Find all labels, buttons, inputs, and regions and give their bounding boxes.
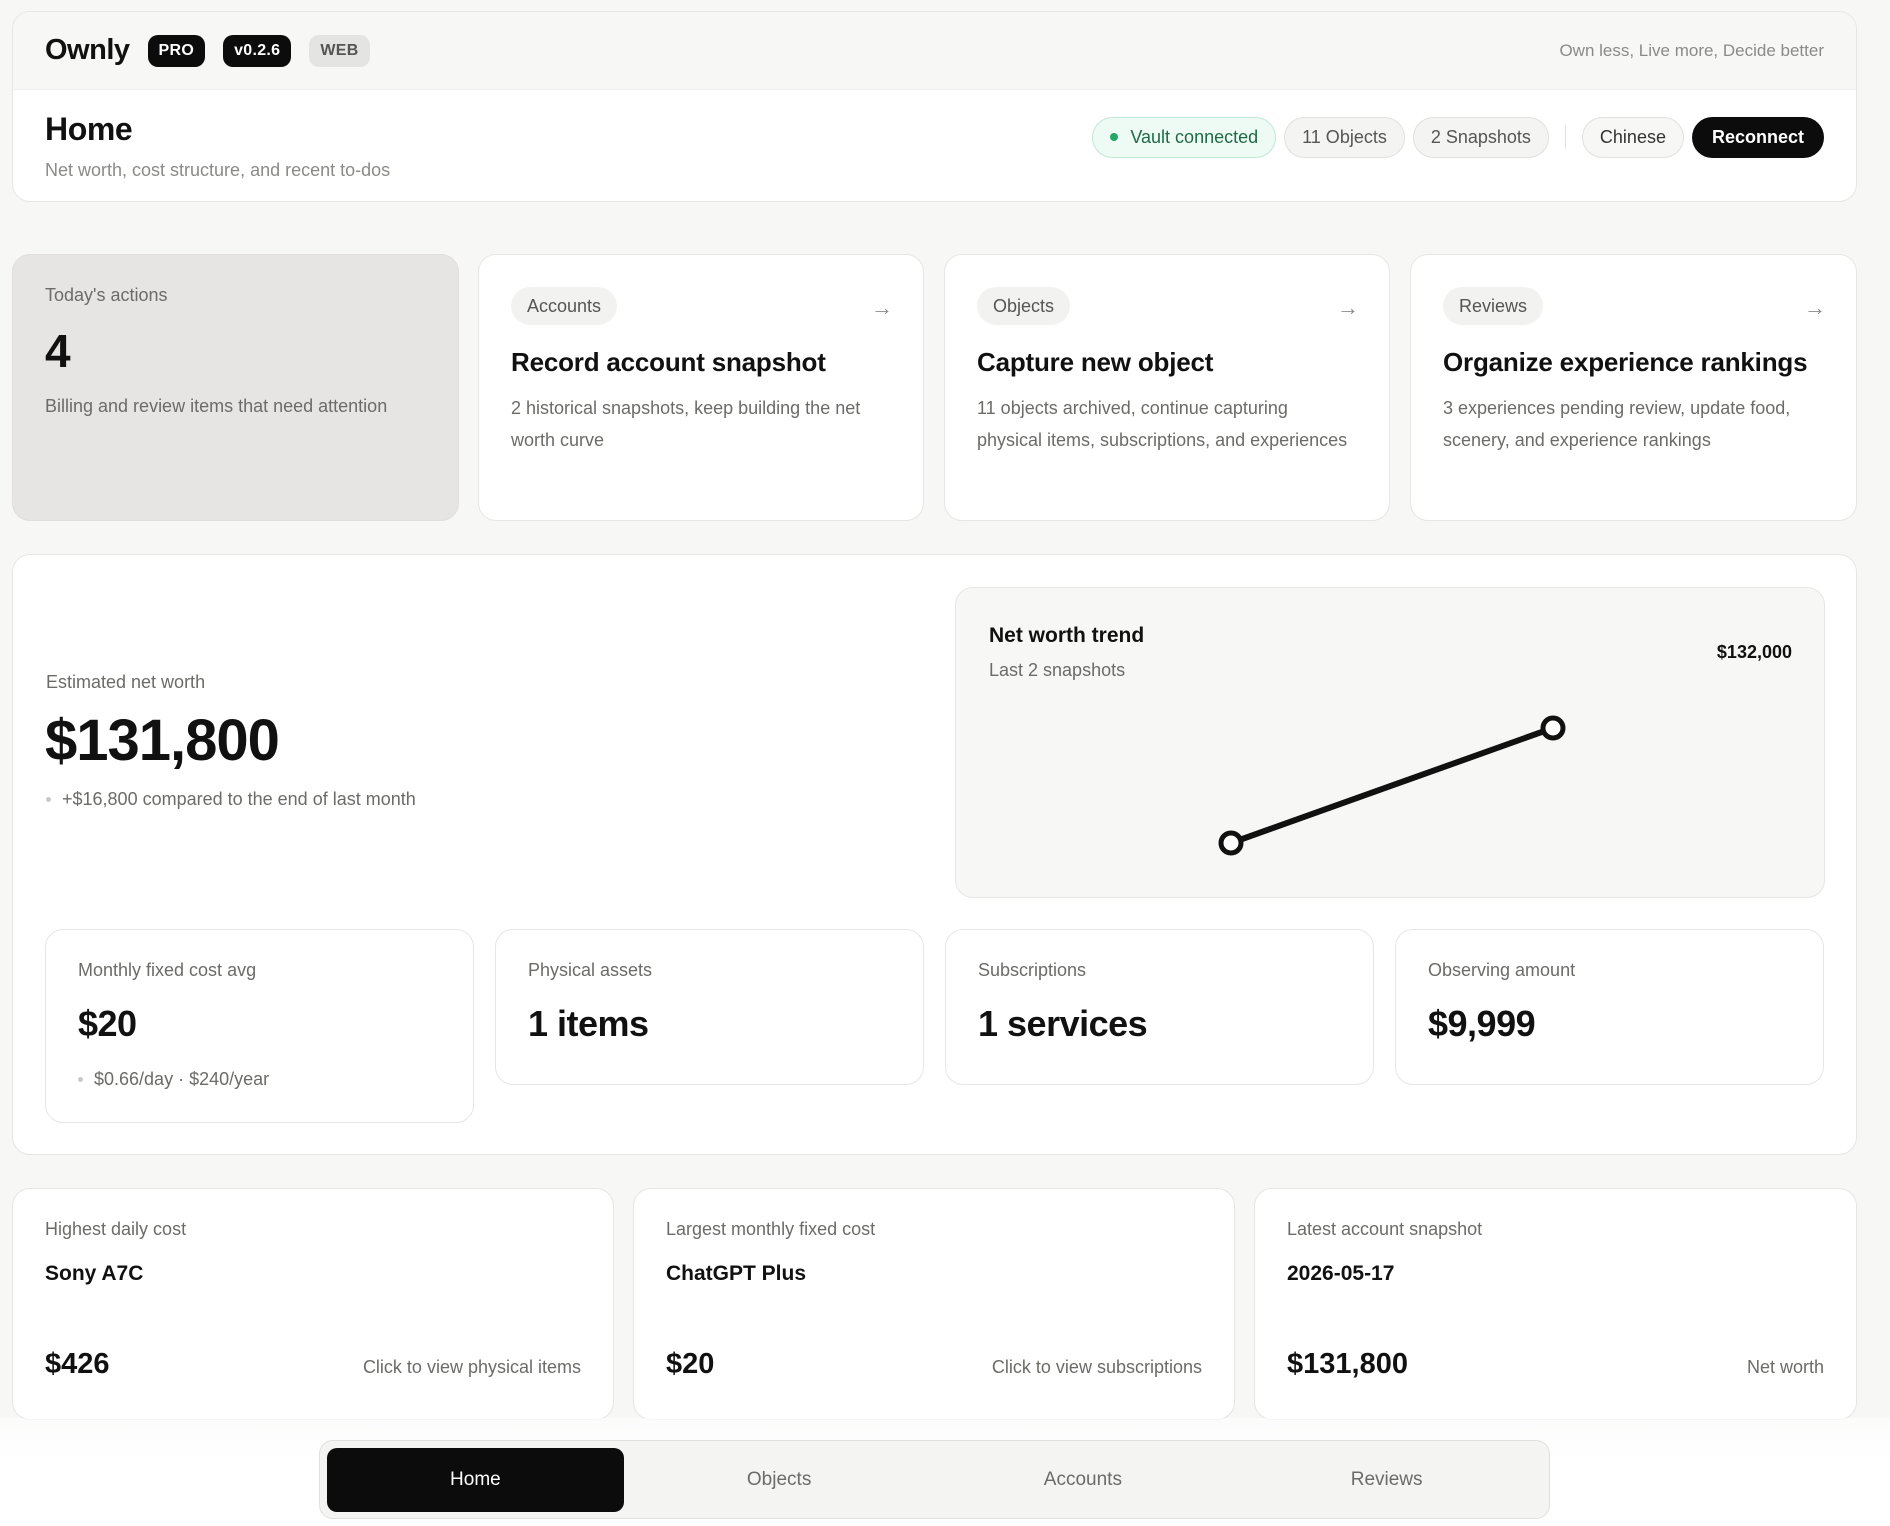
language-button[interactable]: Chinese <box>1581 116 1684 158</box>
top-bar: Ownly PRO v0.2.6 WEB Own less, Live more… <box>13 12 1856 90</box>
app-logo[interactable]: Ownly <box>45 34 130 67</box>
stat-card-subscriptions[interactable]: Subscriptions 1 services <box>945 929 1374 1085</box>
status-chips: Vault connected 11 Objects 2 Snapshots C… <box>1092 116 1824 158</box>
highlight-footer: $426 Click to view physical items <box>45 1348 581 1381</box>
arrow-right-icon: → <box>871 295 893 320</box>
vault-status-chip: Vault connected <box>1092 116 1277 158</box>
net-worth-value: $131,800 <box>45 708 280 773</box>
nav-item-objects[interactable]: Objects <box>631 1448 928 1512</box>
nav-item-home[interactable]: Home <box>327 1447 624 1512</box>
stat-value: 1 items <box>528 1003 649 1044</box>
stat-note: $0.66/day · $240/year <box>78 1069 441 1090</box>
trend-point[interactable] <box>1218 830 1244 856</box>
today-actions-label: Today's actions <box>45 285 168 305</box>
highlight-title: 2026-05-17 <box>1287 1262 1395 1285</box>
connected-dot-icon <box>1110 133 1119 141</box>
snapshots-count-chip[interactable]: 2 Snapshots <box>1412 116 1549 158</box>
stat-label: Subscriptions <box>978 960 1087 980</box>
action-card-objects[interactable]: Objects → Capture new object 11 objects … <box>944 254 1390 521</box>
net-worth-delta: +$16,800 compared to the end of last mon… <box>46 789 416 810</box>
stat-card-physical-assets[interactable]: Physical assets 1 items <box>495 929 924 1085</box>
bullet-icon <box>46 797 51 802</box>
action-title: Capture new object <box>977 347 1214 377</box>
bottom-nav: Home Objects Accounts Reviews <box>319 1440 1550 1519</box>
highlight-title: ChatGPT Plus <box>666 1262 807 1285</box>
highlight-label: Largest monthly fixed cost <box>666 1219 876 1239</box>
page-subtitle: Net worth, cost structure, and recent to… <box>45 160 391 180</box>
stat-note-text: $0.66/day · $240/year <box>94 1069 270 1089</box>
bullet-icon <box>78 1077 83 1082</box>
pro-badge: PRO <box>147 34 206 67</box>
action-tag: Objects <box>977 287 1071 325</box>
version-badge: v0.2.6 <box>223 34 292 67</box>
action-description: 11 objects archived, continue capturing … <box>977 398 1348 450</box>
vault-status-label: Vault connected <box>1130 126 1259 147</box>
today-actions-description: Billing and review items that need atten… <box>45 396 388 416</box>
title-block: Home Net worth, cost structure, and rece… <box>45 111 390 181</box>
net-worth-section: Estimated net worth $131,800 +$16,800 co… <box>12 554 1857 1155</box>
objects-count-chip[interactable]: 11 Objects <box>1284 116 1405 158</box>
today-actions-card: Today's actions 4 Billing and review ite… <box>12 254 459 521</box>
action-tag: Accounts <box>511 287 618 325</box>
action-tag: Reviews <box>1443 287 1544 325</box>
action-description: 2 historical snapshots, keep building th… <box>511 398 861 450</box>
arrow-right-icon: → <box>1337 295 1359 320</box>
action-description: 3 experiences pending review, update foo… <box>1443 398 1791 450</box>
platform-badge: WEB <box>309 34 370 67</box>
net-worth-link[interactable]: Net worth <box>1747 1357 1824 1378</box>
highlight-label: Highest daily cost <box>45 1219 187 1239</box>
arrow-right-icon: → <box>1804 295 1826 320</box>
page-header: Home Net worth, cost structure, and rece… <box>13 90 1856 201</box>
stat-value: $9,999 <box>1428 1003 1536 1044</box>
stat-card-observing-amount[interactable]: Observing amount $9,999 <box>1395 929 1824 1085</box>
app-tagline: Own less, Live more, Decide better <box>1559 40 1824 60</box>
trend-line-svg <box>1218 715 1566 856</box>
highlight-title: Sony A7C <box>45 1262 144 1285</box>
stat-label: Physical assets <box>528 960 653 980</box>
action-title: Organize experience rankings <box>1443 347 1808 377</box>
action-card-accounts[interactable]: Accounts → Record account snapshot 2 his… <box>478 254 924 521</box>
stat-value: 1 services <box>978 1003 1148 1044</box>
nav-item-accounts[interactable]: Accounts <box>935 1448 1232 1512</box>
highlight-label: Latest account snapshot <box>1287 1219 1483 1239</box>
trend-series-line <box>1228 725 1556 846</box>
nav-item-reviews[interactable]: Reviews <box>1238 1448 1535 1512</box>
view-subscriptions-link[interactable]: Click to view subscriptions <box>992 1357 1202 1378</box>
trend-point[interactable] <box>1540 715 1566 741</box>
highlight-footer: $131,800 Net worth <box>1287 1348 1824 1381</box>
today-actions-count: 4 <box>45 325 71 377</box>
page-title: Home <box>45 111 133 147</box>
highlight-card-monthly-cost[interactable]: Largest monthly fixed cost ChatGPT Plus … <box>633 1188 1235 1420</box>
net-worth-delta-text: +$16,800 compared to the end of last mon… <box>62 789 416 809</box>
chip-divider <box>1564 125 1566 149</box>
reconnect-button[interactable]: Reconnect <box>1691 116 1824 158</box>
highlight-footer: $20 Click to view subscriptions <box>666 1348 1202 1381</box>
stat-label: Observing amount <box>1428 960 1576 980</box>
view-physical-items-link[interactable]: Click to view physical items <box>363 1357 581 1378</box>
action-card-reviews[interactable]: Reviews → Organize experience rankings 3… <box>1410 254 1857 521</box>
stat-label: Monthly fixed cost avg <box>78 960 257 980</box>
stat-card-monthly-fixed-cost[interactable]: Monthly fixed cost avg $20 $0.66/day · $… <box>45 929 474 1123</box>
net-worth-label: Estimated net worth <box>46 672 206 692</box>
highlight-card-daily-cost[interactable]: Highest daily cost Sony A7C $426 Click t… <box>12 1188 614 1420</box>
app-header: Ownly PRO v0.2.6 WEB Own less, Live more… <box>12 11 1857 202</box>
stat-value: $20 <box>78 1003 137 1044</box>
net-worth-trend-chart: Net worth trend Last 2 snapshots $132,00… <box>955 587 1825 898</box>
highlight-amount: $20 <box>666 1348 715 1380</box>
action-title: Record account snapshot <box>511 347 826 377</box>
highlight-card-latest-snapshot[interactable]: Latest account snapshot 2026-05-17 $131,… <box>1254 1188 1857 1420</box>
highlight-amount: $426 <box>45 1348 110 1380</box>
highlight-amount: $131,800 <box>1287 1348 1408 1380</box>
